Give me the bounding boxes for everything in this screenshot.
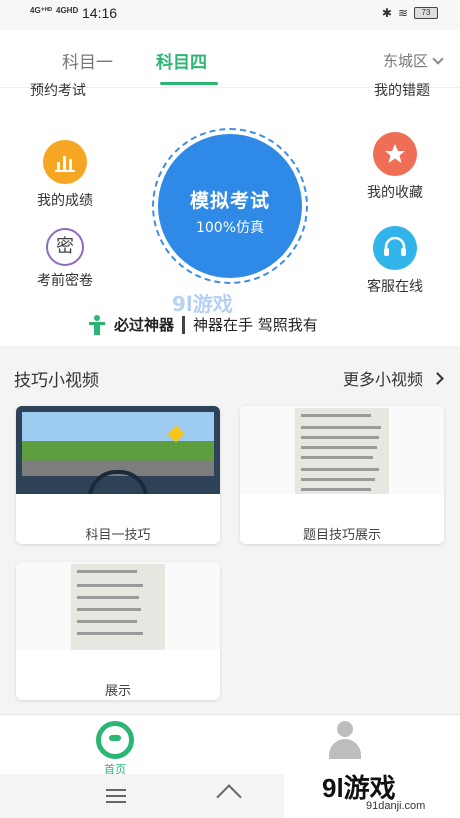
status-bar: 4G⁺ᴴᴰ 4GHD 14:16 ✱ ≋ 73 bbox=[0, 0, 460, 30]
user-icon bbox=[326, 721, 364, 759]
clock: 14:16 bbox=[82, 5, 118, 21]
slogan-banner: 必过神器 神器在手 驾照我有 bbox=[88, 314, 318, 335]
my-favorites-button[interactable]: 我的收藏 bbox=[340, 132, 450, 202]
my-favorites-label: 我的收藏 bbox=[367, 185, 423, 201]
video-card[interactable]: 展示 bbox=[16, 562, 220, 700]
more-videos-link[interactable]: 更多小视频 bbox=[342, 366, 444, 390]
mock-exam-title: 模拟考试 bbox=[189, 190, 270, 212]
video-caption: 科目一技巧 bbox=[85, 528, 151, 543]
person-icon bbox=[89, 314, 105, 335]
tab-subject-one[interactable]: 科目一 bbox=[62, 48, 113, 73]
secret-paper-label: 考前密卷 bbox=[37, 273, 93, 289]
menu-icon[interactable] bbox=[106, 789, 126, 803]
bluetooth-icon: ✱ bbox=[381, 6, 392, 20]
book-exam-button[interactable]: 预约考试 bbox=[30, 80, 86, 100]
network-indicator-1: 4G⁺ᴴᴰ bbox=[30, 6, 53, 15]
star-icon bbox=[373, 132, 417, 176]
city-selector[interactable]: 东城区 bbox=[382, 50, 444, 71]
nav-home[interactable]: 首页 bbox=[92, 721, 138, 777]
video-thumbnail bbox=[16, 406, 220, 494]
status-icons: ✱ ≋ 73 bbox=[382, 6, 438, 20]
video-card[interactable]: 题目技巧展示 bbox=[240, 406, 444, 544]
video-card[interactable]: 科目一技巧 bbox=[16, 406, 220, 544]
active-tab-indicator bbox=[160, 82, 218, 85]
tab-subject-four[interactable]: 科目四 bbox=[156, 48, 207, 73]
video-thumbnail bbox=[16, 562, 220, 650]
mock-exam-button[interactable]: 模拟考试 100%仿真 bbox=[158, 134, 302, 278]
secret-icon: 密 bbox=[46, 228, 84, 266]
network-indicator-2: 4GHD bbox=[56, 6, 79, 15]
headset-icon bbox=[373, 226, 417, 270]
tips-video-section: 技巧小视频 更多小视频 科目一技巧 题目技巧展示 展示 bbox=[0, 348, 460, 714]
customer-service-label: 客服在线 bbox=[367, 279, 423, 295]
video-caption: 题目技巧展示 bbox=[302, 528, 381, 543]
document-graphic bbox=[71, 564, 165, 650]
more-videos-label: 更多小视频 bbox=[342, 370, 423, 389]
section-title: 技巧小视频 bbox=[14, 371, 99, 391]
function-panel: 预约考试 我的错题 我的成绩 密 考前密卷 我的收藏 客服在线 模拟考试 100… bbox=[0, 83, 460, 346]
slogan-text: 神器在手 驾照我有 bbox=[193, 316, 318, 334]
my-score-label: 我的成绩 bbox=[37, 193, 93, 209]
video-caption: 展示 bbox=[104, 684, 131, 699]
steering-wheel-icon bbox=[96, 721, 134, 759]
chevron-right-icon bbox=[431, 371, 444, 385]
video-thumbnail bbox=[240, 406, 444, 494]
watermark-url: 91danji.com bbox=[366, 800, 426, 812]
document-graphic bbox=[295, 408, 389, 494]
slogan-divider bbox=[182, 315, 186, 334]
battery-icon: 73 bbox=[414, 7, 438, 19]
watermark-logo-center: 9l游戏 bbox=[172, 292, 233, 316]
mock-exam-subtitle: 100%仿真 bbox=[195, 220, 265, 236]
bar-chart-icon bbox=[43, 140, 87, 184]
my-score-button[interactable]: 我的成绩 bbox=[10, 140, 120, 210]
watermark-logo: 9l游戏 91danji.com bbox=[284, 760, 460, 818]
city-label: 东城区 bbox=[382, 52, 428, 70]
customer-service-button[interactable]: 客服在线 bbox=[340, 226, 450, 296]
wrong-questions-button[interactable]: 我的错题 bbox=[374, 80, 430, 100]
chevron-down-icon bbox=[432, 52, 444, 65]
secret-paper-button[interactable]: 密 考前密卷 bbox=[10, 228, 120, 290]
home-icon[interactable] bbox=[216, 784, 242, 810]
slogan-highlight: 必过神器 bbox=[114, 316, 175, 334]
wifi-icon: ≋ bbox=[397, 6, 408, 20]
